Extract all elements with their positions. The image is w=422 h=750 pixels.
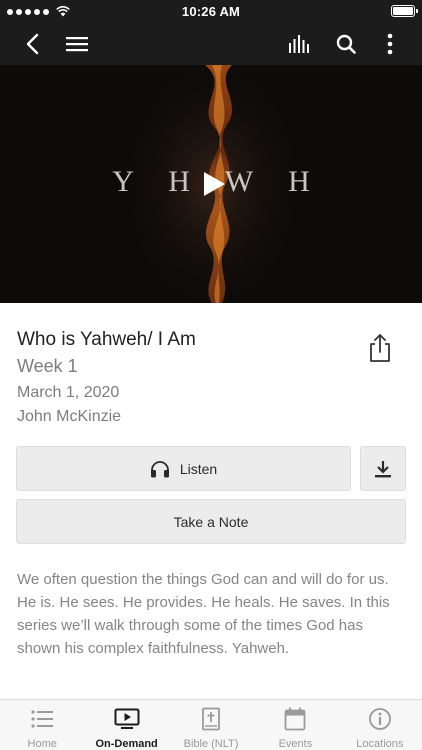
audio-button[interactable]: [286, 22, 314, 65]
download-icon: [375, 460, 391, 477]
vertical-ellipsis-icon: [387, 33, 393, 54]
chevron-left-icon: [26, 33, 39, 54]
tab-label: Bible (NLT): [183, 738, 239, 750]
tab-label: Events: [278, 738, 313, 750]
tab-label: Home: [27, 738, 57, 750]
tab-home[interactable]: Home: [0, 700, 84, 750]
audio-bars-icon: [289, 34, 309, 53]
tab-bible[interactable]: Bible (NLT): [169, 700, 253, 750]
tab-bar: Home On-Demand Bible (NLT) Events Locati…: [0, 699, 422, 750]
sermon-series-part: Week 1: [17, 356, 78, 376]
hamburger-menu-icon: [66, 36, 88, 51]
sermon-description: We often question the things God can and…: [17, 571, 390, 657]
list-icon: [31, 710, 54, 728]
status-bar: 10:26 AM: [0, 0, 422, 22]
info-icon: [368, 708, 391, 730]
sermon-details: Who is Yahweh/ I Am Week 1 March 1, 2020…: [17, 328, 357, 428]
sermon-title: Who is Yahweh/ I Am: [17, 329, 196, 350]
headphones-icon: [150, 460, 169, 477]
download-button[interactable]: [360, 446, 406, 491]
tab-on-demand[interactable]: On-Demand: [84, 700, 168, 750]
more-options-button[interactable]: [378, 22, 402, 65]
take-note-button[interactable]: Take a Note: [16, 499, 406, 544]
sermon-date: March 1, 2020: [17, 384, 120, 401]
video-player[interactable]: Y H W H: [0, 65, 422, 303]
sermon-speaker: John McKinzie: [17, 408, 122, 425]
listen-label: Listen: [179, 460, 218, 477]
search-icon: [336, 34, 356, 54]
tab-locations[interactable]: Locations: [338, 700, 422, 750]
take-note-label: Take a Note: [173, 513, 249, 530]
share-icon[interactable]: [366, 333, 394, 363]
calendar-icon: [285, 707, 306, 731]
tab-events[interactable]: Events: [253, 700, 337, 750]
tab-label: On-Demand: [95, 738, 158, 750]
tv-play-icon: [114, 708, 140, 729]
bible-icon: [202, 707, 220, 731]
status-time: 10:26 AM: [181, 4, 241, 19]
menu-button[interactable]: [63, 22, 91, 65]
listen-button[interactable]: Listen: [16, 446, 351, 491]
battery-icon: [391, 5, 418, 17]
play-icon[interactable]: [198, 169, 228, 199]
back-button[interactable]: [18, 22, 46, 65]
search-button[interactable]: [332, 22, 360, 65]
tab-label: Locations: [356, 738, 404, 750]
nav-bar: [0, 22, 422, 65]
